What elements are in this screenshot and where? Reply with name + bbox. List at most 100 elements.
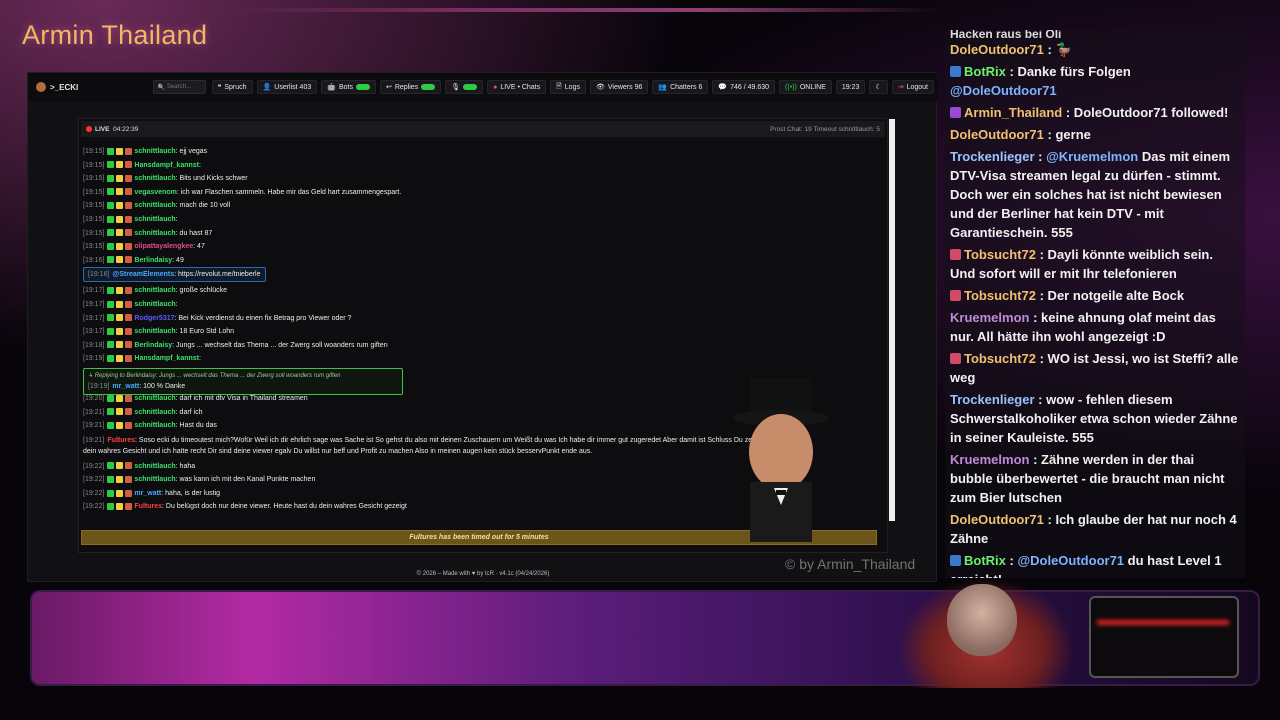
username[interactable]: mr_watt bbox=[112, 383, 139, 390]
theme-toggle[interactable]: ☾ bbox=[869, 80, 888, 94]
badge-icon bbox=[107, 421, 115, 429]
logout-button[interactable]: ⇥ Logout bbox=[891, 80, 934, 94]
viewers-label: Viewers 96 bbox=[607, 83, 643, 91]
message-text: : Jungs ... wechselt das Thema ... der Z… bbox=[172, 341, 388, 349]
timestamp: [19:21] bbox=[83, 422, 105, 430]
streamelements-card[interactable]: [19:16] @StreamElements: https://revolut.… bbox=[83, 267, 266, 283]
message-text: : DoleOutdoor71 followed! bbox=[1062, 105, 1229, 120]
clock-label: 19:23 bbox=[841, 83, 860, 91]
bottom-banner bbox=[30, 590, 1260, 686]
badge-icon bbox=[116, 327, 124, 335]
chat-message: [19:15] schnittlauch: du hast 87 bbox=[81, 227, 877, 241]
timestamp: [19:15] bbox=[83, 202, 105, 210]
username[interactable]: Rodger5317 bbox=[134, 315, 174, 322]
avatar-icon bbox=[125, 462, 133, 470]
message-text: : ejj vegas bbox=[175, 148, 208, 155]
username[interactable]: schnittlauch bbox=[134, 409, 175, 416]
chat-icon: 💬 bbox=[718, 84, 728, 91]
username[interactable]: Hansdampf_kannst bbox=[134, 162, 199, 169]
live-chats-label: LIVE • Chats bbox=[500, 83, 541, 91]
username[interactable]: schnittlauch bbox=[134, 287, 175, 294]
username[interactable]: Berlindaisy bbox=[134, 342, 172, 349]
chat-message: [19:19] Hansdampf_kannst: bbox=[81, 352, 877, 366]
clock: 19:23 bbox=[835, 80, 866, 94]
message-text-cont: dein wahres Gesicht und ich hatte recht … bbox=[83, 447, 593, 455]
username[interactable]: Fultures bbox=[134, 503, 162, 510]
username[interactable]: schnittlauch bbox=[134, 148, 175, 155]
avatar-icon bbox=[125, 256, 133, 264]
badge-icon bbox=[950, 555, 961, 566]
avatar-icon bbox=[125, 354, 133, 362]
chat-message: [19:15] schnittlauch: ejj vegas bbox=[81, 145, 877, 159]
chat-stats: Prost Chat: 19 Timeout schnittlauch: 5 bbox=[770, 125, 880, 133]
search-input[interactable]: 🔍 Search... bbox=[152, 80, 206, 94]
username: Armin_Thailand bbox=[964, 105, 1063, 120]
chat-message: [19:15] olipattayalengkee: 47 bbox=[81, 240, 877, 254]
chat-message: [19:16] @StreamElements: https://revolut.… bbox=[81, 267, 877, 284]
badge-icon bbox=[107, 188, 115, 196]
timestamp: [19:15] bbox=[83, 215, 105, 223]
username[interactable]: Berlindaisy bbox=[134, 257, 172, 264]
overlay-chat-line: DoleOutdoor71 : 🦆 bbox=[950, 40, 1240, 59]
message-text: : mach die 10 voll bbox=[175, 202, 231, 210]
username[interactable]: @StreamElements bbox=[112, 271, 174, 278]
brand[interactable]: >_ ECKI bbox=[36, 82, 153, 92]
avatar-icon bbox=[125, 314, 133, 322]
scrollbar[interactable] bbox=[889, 119, 895, 521]
mod-toggle[interactable]: 🎙 bbox=[445, 80, 484, 94]
avatar-icon bbox=[125, 408, 133, 416]
badge-icon bbox=[116, 462, 124, 470]
badge-icon bbox=[116, 503, 124, 511]
logs-button[interactable]: 🗎 Logs bbox=[550, 80, 586, 94]
username[interactable]: schnittlauch bbox=[134, 422, 175, 429]
message-text: : haha bbox=[175, 462, 196, 470]
username[interactable]: schnittlauch bbox=[134, 463, 175, 470]
reply-card[interactable]: ↳ Replying to Berlindaisy: Jungs ... wec… bbox=[83, 367, 403, 395]
username[interactable]: schnittlauch bbox=[134, 328, 175, 335]
username[interactable]: schnittlauch bbox=[134, 202, 175, 209]
username[interactable]: Hansdampf_kannst bbox=[134, 355, 199, 362]
messages-count: 💬 746 / 49.630 bbox=[712, 80, 776, 94]
replies-toggle[interactable]: ↩ Replies bbox=[379, 80, 442, 94]
timestamp: [19:17] bbox=[83, 314, 105, 322]
webcam bbox=[897, 578, 1075, 688]
username[interactable]: schnittlauch bbox=[134, 395, 175, 402]
eye-icon: 👁 bbox=[595, 84, 605, 91]
username[interactable]: mr_watt bbox=[134, 490, 161, 497]
badge-icon bbox=[107, 242, 115, 250]
avatar-icon bbox=[125, 394, 133, 402]
username[interactable]: vegasvenom bbox=[134, 189, 176, 196]
overlay-chat-line: Tobsucht72 : WO ist Jessi, wo ist Steffi… bbox=[950, 349, 1240, 387]
bots-switch[interactable] bbox=[355, 84, 370, 90]
mod-switch[interactable] bbox=[463, 84, 478, 90]
viewers-button[interactable]: 👁 Viewers 96 bbox=[589, 80, 649, 94]
mention: @Kruemelmon bbox=[1046, 149, 1139, 164]
bots-toggle[interactable]: 🤖 Bots bbox=[321, 80, 376, 94]
badge-icon bbox=[107, 287, 115, 294]
users-icon: 👥 bbox=[658, 84, 668, 91]
live-chats-button[interactable]: ● LIVE • Chats bbox=[487, 80, 547, 94]
timestamp: [19:20] bbox=[83, 394, 105, 402]
username[interactable]: schnittlauch bbox=[134, 301, 175, 308]
chat-header: LIVE 04:22:39 Prost Chat: 19 Timeout sch… bbox=[81, 121, 885, 137]
userlist-label: Userlist 403 bbox=[274, 83, 312, 91]
username[interactable]: Fultures bbox=[107, 437, 135, 444]
username[interactable]: olipattayalengkee bbox=[134, 243, 193, 250]
username[interactable]: schnittlauch bbox=[134, 216, 175, 223]
username[interactable]: schnittlauch bbox=[134, 230, 175, 237]
username[interactable]: schnittlauch bbox=[134, 175, 175, 182]
badge-icon bbox=[950, 290, 961, 301]
username[interactable]: schnittlauch bbox=[134, 476, 175, 483]
chatters-button[interactable]: 👥 Chatters 6 bbox=[652, 80, 709, 94]
overlay-chat-line: BotRix : @DoleOutdoor71 du hast Level 1 … bbox=[950, 551, 1240, 578]
badge-icon bbox=[107, 475, 115, 483]
username: Kruemelmon bbox=[950, 310, 1030, 325]
spruch-button[interactable]: ❝ Spruch bbox=[211, 80, 253, 94]
userlist-button[interactable]: 👤 Userlist 403 bbox=[256, 80, 318, 94]
badge-icon bbox=[116, 229, 124, 237]
search-placeholder: Search... bbox=[166, 84, 191, 90]
avatar-icon bbox=[125, 287, 133, 294]
mention: @DoleOutdoor71 bbox=[1017, 553, 1125, 568]
mini-camera bbox=[1089, 596, 1239, 678]
replies-switch[interactable] bbox=[421, 84, 436, 90]
